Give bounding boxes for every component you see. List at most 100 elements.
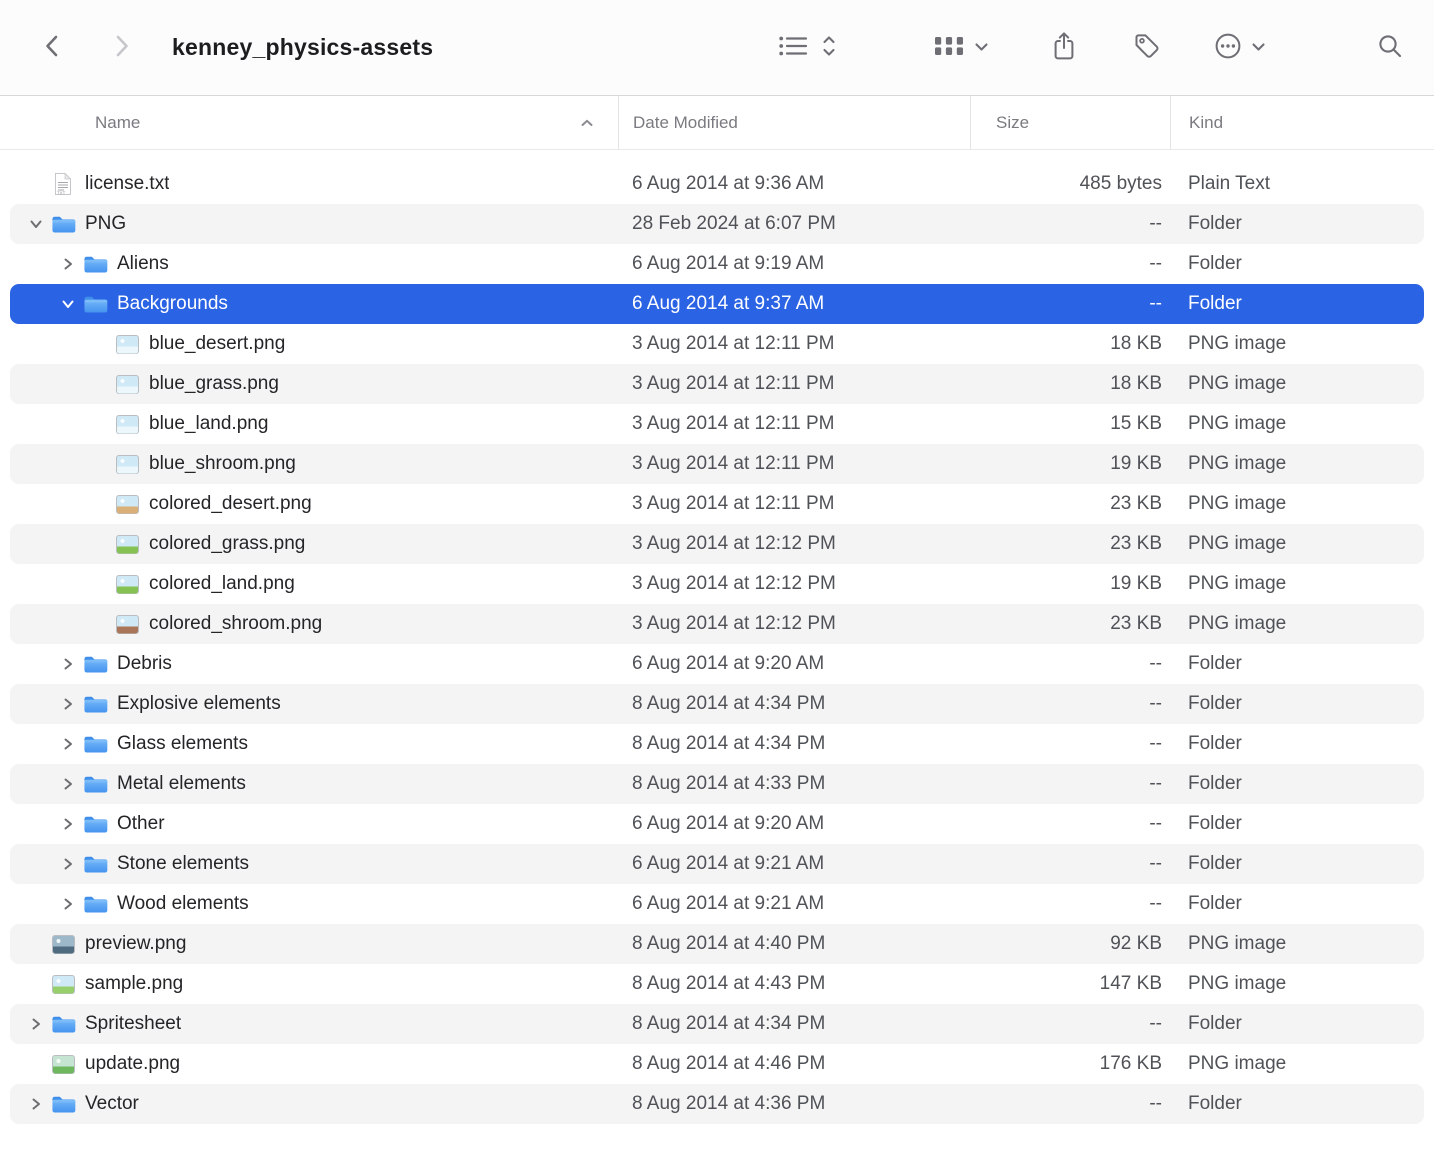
- disclosure-chevron-icon[interactable]: [58, 294, 78, 314]
- back-button[interactable]: [40, 32, 64, 63]
- file-row[interactable]: colored_grass.png 3 Aug 2014 at 12:12 PM…: [10, 524, 1424, 564]
- disclosure-chevron-icon[interactable]: [26, 1094, 46, 1114]
- file-row[interactable]: PNG 28 Feb 2024 at 6:07 PM -- Folder: [10, 204, 1424, 244]
- file-row[interactable]: Vector 8 Aug 2014 at 4:36 PM -- Folder: [10, 1084, 1424, 1124]
- file-row[interactable]: sample.png 8 Aug 2014 at 4:43 PM 147 KB …: [10, 964, 1424, 1004]
- file-row[interactable]: update.png 8 Aug 2014 at 4:46 PM 176 KB …: [10, 1044, 1424, 1084]
- file-kind: Folder: [1170, 293, 1424, 315]
- finder-window: kenney_physics-assets: [0, 0, 1434, 1124]
- file-kind: Folder: [1170, 853, 1424, 875]
- disclosure-chevron-icon[interactable]: [58, 734, 78, 754]
- file-date: 8 Aug 2014 at 4:34 PM: [618, 1013, 970, 1035]
- file-size: --: [970, 813, 1170, 835]
- file-row[interactable]: blue_land.png 3 Aug 2014 at 12:11 PM 15 …: [10, 404, 1424, 444]
- file-size: 23 KB: [970, 493, 1170, 515]
- column-header-name[interactable]: Name: [10, 96, 618, 149]
- file-row[interactable]: colored_land.png 3 Aug 2014 at 12:12 PM …: [10, 564, 1424, 604]
- search-icon: [1376, 32, 1404, 63]
- file-kind: Folder: [1170, 1013, 1424, 1035]
- disclosure-chevron-icon[interactable]: [58, 894, 78, 914]
- file-name: preview.png: [85, 933, 186, 955]
- disclosure-chevron-icon[interactable]: [58, 654, 78, 674]
- file-kind: PNG image: [1170, 1053, 1424, 1075]
- name-cell: preview.png: [10, 932, 618, 956]
- folder-icon: [82, 292, 108, 316]
- column-header-date[interactable]: Date Modified: [618, 96, 970, 149]
- file-row[interactable]: colored_desert.png 3 Aug 2014 at 12:11 P…: [10, 484, 1424, 524]
- file-row[interactable]: Backgrounds 6 Aug 2014 at 9:37 AM -- Fol…: [10, 284, 1424, 324]
- file-size: --: [970, 773, 1170, 795]
- search-button[interactable]: [1376, 32, 1404, 63]
- file-name: license.txt: [85, 173, 169, 195]
- file-row[interactable]: Spritesheet 8 Aug 2014 at 4:34 PM -- Fol…: [10, 1004, 1424, 1044]
- more-options-button[interactable]: [1213, 31, 1266, 64]
- file-row[interactable]: Stone elements 6 Aug 2014 at 9:21 AM -- …: [10, 844, 1424, 884]
- disclosure-chevron-icon: [90, 454, 110, 474]
- folder-icon: [50, 212, 76, 236]
- tag-button[interactable]: [1133, 32, 1161, 63]
- file-date: 8 Aug 2014 at 4:46 PM: [618, 1053, 970, 1075]
- folder-icon: [50, 1092, 76, 1116]
- column-header-size[interactable]: Size: [970, 96, 1170, 149]
- file-row[interactable]: Debris 6 Aug 2014 at 9:20 AM -- Folder: [10, 644, 1424, 684]
- file-row[interactable]: colored_shroom.png 3 Aug 2014 at 12:12 P…: [10, 604, 1424, 644]
- nav-buttons: [40, 32, 134, 63]
- file-row[interactable]: blue_desert.png 3 Aug 2014 at 12:11 PM 1…: [10, 324, 1424, 364]
- file-date: 3 Aug 2014 at 12:11 PM: [618, 493, 970, 515]
- forward-button[interactable]: [110, 32, 134, 63]
- disclosure-chevron-icon[interactable]: [58, 694, 78, 714]
- file-size: --: [970, 693, 1170, 715]
- file-row[interactable]: blue_shroom.png 3 Aug 2014 at 12:11 PM 1…: [10, 444, 1424, 484]
- file-date: 3 Aug 2014 at 12:11 PM: [618, 453, 970, 475]
- folder-icon: [82, 652, 108, 676]
- disclosure-chevron-icon: [26, 174, 46, 194]
- file-row[interactable]: Wood elements 6 Aug 2014 at 9:21 AM -- F…: [10, 884, 1424, 924]
- file-row[interactable]: Glass elements 8 Aug 2014 at 4:34 PM -- …: [10, 724, 1424, 764]
- list-view-icon: [778, 34, 808, 61]
- file-row[interactable]: Metal elements 8 Aug 2014 at 4:33 PM -- …: [10, 764, 1424, 804]
- file-name: Aliens: [117, 253, 169, 275]
- file-row[interactable]: Other 6 Aug 2014 at 9:20 AM -- Folder: [10, 804, 1424, 844]
- disclosure-chevron-icon[interactable]: [26, 1014, 46, 1034]
- disclosure-chevron-icon: [26, 1054, 46, 1074]
- file-row[interactable]: blue_grass.png 3 Aug 2014 at 12:11 PM 18…: [10, 364, 1424, 404]
- disclosure-chevron-icon[interactable]: [58, 814, 78, 834]
- disclosure-chevron-icon: [90, 614, 110, 634]
- name-cell: Other: [10, 812, 618, 836]
- file-name: Stone elements: [117, 853, 249, 875]
- file-kind: Folder: [1170, 1093, 1424, 1115]
- name-cell: colored_land.png: [10, 572, 618, 596]
- file-date: 3 Aug 2014 at 12:12 PM: [618, 613, 970, 635]
- file-size: 147 KB: [970, 973, 1170, 995]
- disclosure-chevron-icon[interactable]: [26, 214, 46, 234]
- file-size: 18 KB: [970, 373, 1170, 395]
- disclosure-chevron-icon[interactable]: [58, 774, 78, 794]
- column-header-kind[interactable]: Kind: [1170, 96, 1424, 149]
- disclosure-chevron-icon[interactable]: [58, 254, 78, 274]
- file-row[interactable]: preview.png 8 Aug 2014 at 4:40 PM 92 KB …: [10, 924, 1424, 964]
- file-name: blue_shroom.png: [149, 453, 296, 475]
- sort-control-button[interactable]: [821, 33, 837, 62]
- image-thumbnail-icon: [114, 332, 140, 356]
- share-button[interactable]: [1051, 31, 1077, 64]
- name-cell: Metal elements: [10, 772, 618, 796]
- file-kind: PNG image: [1170, 973, 1424, 995]
- file-date: 3 Aug 2014 at 12:11 PM: [618, 373, 970, 395]
- disclosure-chevron-icon[interactable]: [58, 854, 78, 874]
- file-name: colored_grass.png: [149, 533, 305, 555]
- file-kind: Folder: [1170, 813, 1424, 835]
- name-cell: sample.png: [10, 972, 618, 996]
- file-row[interactable]: TXT license.txt 6 Aug 2014 at 9:36 AM 48…: [10, 164, 1424, 204]
- file-size: 176 KB: [970, 1053, 1170, 1075]
- file-row[interactable]: Aliens 6 Aug 2014 at 9:19 AM -- Folder: [10, 244, 1424, 284]
- file-name: Debris: [117, 653, 172, 675]
- text-file-icon: TXT: [50, 172, 76, 196]
- image-thumbnail-icon: [114, 412, 140, 436]
- list-view-button[interactable]: [778, 34, 808, 61]
- file-row[interactable]: Explosive elements 8 Aug 2014 at 4:34 PM…: [10, 684, 1424, 724]
- name-cell: PNG: [10, 212, 618, 236]
- group-view-button[interactable]: [933, 35, 989, 60]
- disclosure-chevron-icon: [26, 934, 46, 954]
- file-date: 8 Aug 2014 at 4:40 PM: [618, 933, 970, 955]
- file-size: 18 KB: [970, 333, 1170, 355]
